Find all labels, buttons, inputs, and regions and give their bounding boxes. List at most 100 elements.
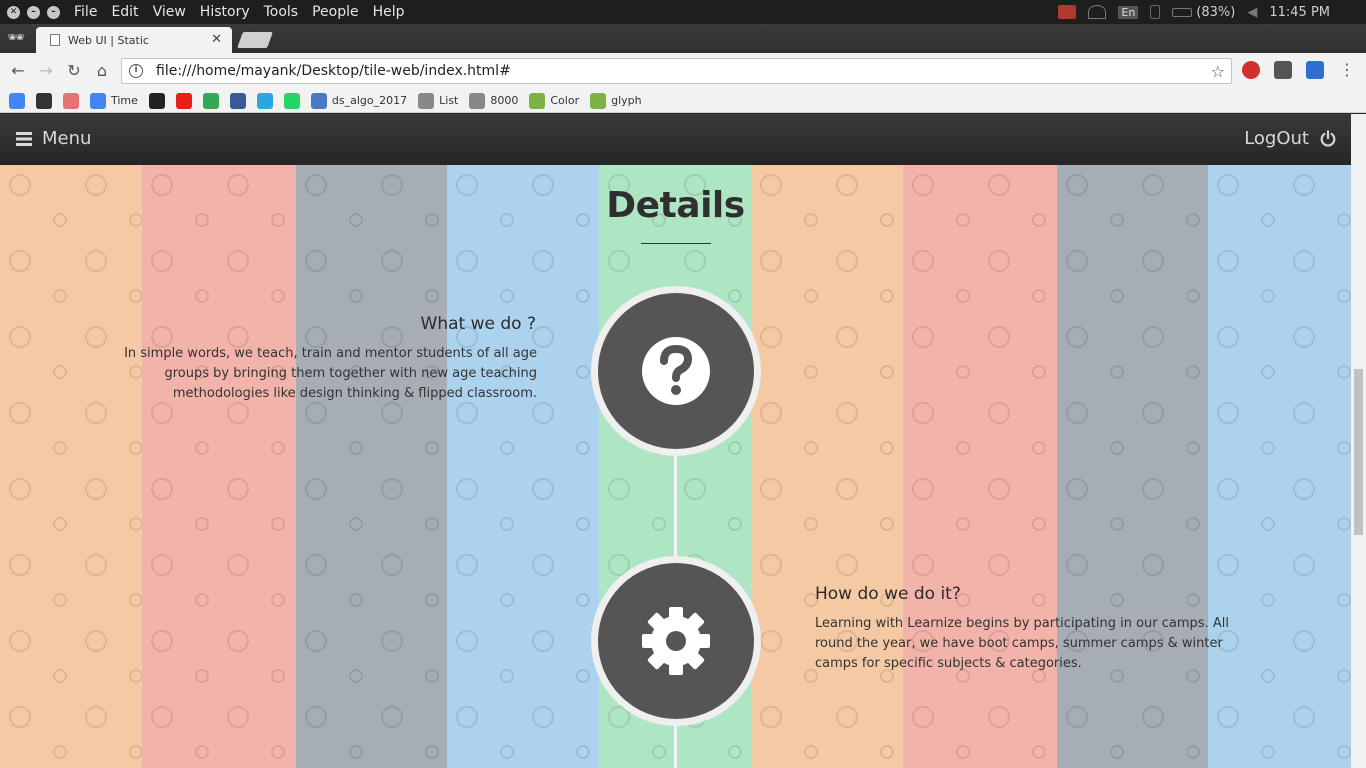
bookmark-item[interactable]: ds_algo_2017 xyxy=(310,92,408,109)
page-icon xyxy=(50,34,60,46)
volume-icon[interactable]: ◀ xyxy=(1247,5,1257,20)
os-menu-bar: ✕ – – File Edit View History Tools Peopl… xyxy=(0,0,1366,24)
menu-label: Menu xyxy=(42,128,92,149)
app-menus: File Edit View History Tools People Help xyxy=(74,4,419,20)
bookmark-item[interactable] xyxy=(36,92,52,109)
bookmark-item[interactable] xyxy=(9,92,25,109)
how-title: How do we do it? xyxy=(815,584,961,604)
menu-button[interactable]: Menu xyxy=(16,128,91,149)
power-icon xyxy=(1320,129,1336,147)
whatsapp-icon xyxy=(283,92,300,109)
page-viewport: Menu LogOut Details What we do ? In simp… xyxy=(0,114,1351,768)
site-navbar: Menu LogOut xyxy=(0,114,1351,165)
logout-button[interactable]: LogOut xyxy=(1244,128,1337,149)
details-section: Details What we do ? In simple words, we… xyxy=(0,165,1351,768)
drive-icon xyxy=(202,92,219,109)
backpack-icon xyxy=(63,92,79,109)
bookmark-label: List xyxy=(439,94,459,107)
bookmark-item[interactable] xyxy=(148,92,165,109)
page-icon xyxy=(418,92,435,109)
battery-indicator[interactable]: (83%) xyxy=(1172,5,1235,20)
menu-people[interactable]: People xyxy=(312,4,359,20)
menu-tools[interactable]: Tools xyxy=(264,4,299,20)
wifi-icon[interactable] xyxy=(1088,5,1107,19)
forward-button[interactable]: → xyxy=(36,61,56,81)
site-info-icon[interactable]: i xyxy=(129,64,143,78)
battery-icon xyxy=(1172,7,1193,17)
telegram-icon xyxy=(256,92,273,109)
page-icon xyxy=(469,92,486,109)
home-button[interactable]: ⌂ xyxy=(92,61,112,81)
window-close-button[interactable]: ✕ xyxy=(7,5,20,19)
bookmark-item[interactable]: glyph xyxy=(590,92,642,109)
menu-file[interactable]: File xyxy=(74,4,97,20)
url-text[interactable]: file:///home/mayank/Desktop/tile-web/ind… xyxy=(156,63,511,79)
w3-icon xyxy=(529,92,546,109)
hamburger-icon xyxy=(16,131,32,146)
battery-percent: (83%) xyxy=(1196,4,1236,20)
keyboard-layout[interactable]: En xyxy=(1118,5,1139,19)
how-description: Learning with Learnize begins by partici… xyxy=(815,616,1229,671)
pocket-extension-icon[interactable] xyxy=(1274,61,1292,79)
menu-view[interactable]: View xyxy=(153,4,186,20)
bookmark-item[interactable] xyxy=(202,92,219,109)
scrollbar-thumb[interactable] xyxy=(1354,369,1363,535)
window-minimize-button[interactable]: – xyxy=(27,5,40,19)
screen-recorder-icon[interactable] xyxy=(1058,5,1077,19)
bookmark-app-icon xyxy=(36,92,52,109)
bluetooth-icon[interactable] xyxy=(1150,5,1161,19)
bookmark-item[interactable] xyxy=(175,92,192,109)
bookmark-label: glyph xyxy=(611,94,642,107)
bookmark-item[interactable] xyxy=(283,92,300,109)
how-circle xyxy=(591,556,761,726)
back-button[interactable]: ← xyxy=(8,61,28,81)
google-icon xyxy=(9,92,25,109)
what-circle xyxy=(591,286,761,456)
gear-icon xyxy=(642,607,710,675)
bookmark-item[interactable] xyxy=(229,92,246,109)
address-bar[interactable]: i file:///home/mayank/Desktop/tile-web/i… xyxy=(121,58,1232,84)
tab-active[interactable]: Web UI | Static ✕ xyxy=(36,27,232,53)
menu-help[interactable]: Help xyxy=(373,4,405,20)
what-description: In simple words, we teach, train and men… xyxy=(124,346,537,401)
w3-icon xyxy=(590,92,607,109)
bookmark-star-icon[interactable]: ☆ xyxy=(1211,62,1225,81)
bookmark-label: Color xyxy=(550,94,580,107)
bookmark-item[interactable]: Time xyxy=(90,92,138,109)
question-icon xyxy=(642,337,710,405)
tab-close-icon[interactable]: ✕ xyxy=(211,32,222,47)
bookmark-label: 8000 xyxy=(490,94,519,107)
bookmark-label: ds_algo_2017 xyxy=(331,94,408,107)
bookmark-item[interactable] xyxy=(63,92,79,109)
bookmark-item[interactable]: List xyxy=(418,92,459,109)
tab-strip: 🕶 Web UI | Static ✕ xyxy=(0,24,1366,53)
tab-title: Web UI | Static xyxy=(68,33,149,47)
extensions: ⋮ xyxy=(1242,61,1366,79)
menu-edit[interactable]: Edit xyxy=(111,4,138,20)
clock[interactable]: 11:45 PM xyxy=(1269,5,1330,20)
title-underline xyxy=(641,243,711,244)
new-tab-button[interactable] xyxy=(237,32,273,48)
github-icon xyxy=(148,92,165,109)
bookmark-item[interactable] xyxy=(256,92,273,109)
system-tray: En (83%) ◀ 11:45 PM xyxy=(1058,0,1366,24)
window-maximize-button[interactable]: – xyxy=(47,5,60,19)
opera-extension-icon[interactable] xyxy=(1242,61,1260,79)
reload-button[interactable]: ↻ xyxy=(64,61,84,81)
window-extension-icon[interactable] xyxy=(1306,61,1324,79)
bookmark-label: Time xyxy=(111,94,138,107)
menu-history[interactable]: History xyxy=(200,4,250,20)
what-title: What we do ? xyxy=(420,314,536,334)
youtube-icon xyxy=(175,92,192,109)
facebook-icon xyxy=(229,92,246,109)
page-scrollbar[interactable] xyxy=(1351,114,1366,768)
chrome-menu-icon[interactable]: ⋮ xyxy=(1338,61,1356,79)
browser-toolbar: ← → ↻ ⌂ i file:///home/mayank/Desktop/ti… xyxy=(0,53,1366,89)
google-icon xyxy=(90,92,106,109)
bookmarks-bar: Time ds_algo_2017 List 8000 Color glyph xyxy=(0,89,1366,113)
bookmark-item[interactable]: Color xyxy=(529,92,580,109)
logout-label: LogOut xyxy=(1244,128,1309,149)
bookmark-item[interactable]: 8000 xyxy=(469,92,519,109)
section-title: Details xyxy=(606,185,745,226)
doc-icon xyxy=(310,92,327,109)
